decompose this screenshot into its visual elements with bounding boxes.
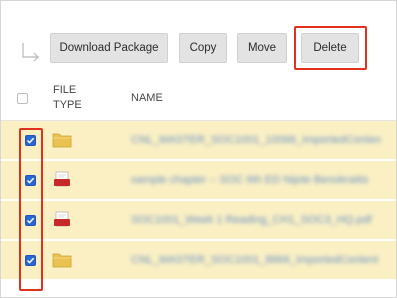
- pdf-icon: [54, 211, 70, 227]
- file-name-link[interactable]: CNL_MASTER_SOC1001_8866_ImportedContent: [131, 254, 381, 266]
- file-name-link[interactable]: CNL_MASTER_SOC1001_10066_ImportedContent: [131, 134, 381, 146]
- file-name-link[interactable]: sample chapter -- SOC 6th ED Nijole Beno…: [131, 174, 381, 186]
- table-row[interactable]: CNL_MASTER_SOC1001_10066_ImportedContent: [1, 121, 396, 161]
- delete-highlight-box: [294, 26, 367, 70]
- table-header: FILE TYPE NAME: [1, 77, 396, 121]
- pdf-icon: [54, 171, 70, 187]
- file-list: CNL_MASTER_SOC1001_10066_ImportedContent…: [1, 121, 396, 281]
- table-row[interactable]: CNL_MASTER_SOC1001_8866_ImportedContent: [1, 241, 396, 281]
- column-header-file-type[interactable]: FILE TYPE: [53, 83, 103, 113]
- column-header-name[interactable]: NAME: [131, 92, 163, 104]
- file-manager-panel: Download Package Copy Move Delete FILE T…: [0, 0, 397, 298]
- checkbox-highlight-box: [19, 128, 43, 291]
- copy-button[interactable]: Copy: [179, 33, 227, 63]
- folder-icon: [52, 133, 72, 148]
- table-row[interactable]: sample chapter -- SOC 6th ED Nijole Beno…: [1, 161, 396, 201]
- download-package-button[interactable]: Download Package: [50, 33, 168, 63]
- move-button[interactable]: Move: [237, 33, 287, 63]
- select-all-checkbox[interactable]: [17, 93, 28, 104]
- folder-icon: [52, 253, 72, 268]
- table-row[interactable]: SOC1001_Week 1 Reading_CH1_SOC3_HQ.pdf: [1, 201, 396, 241]
- action-toolbar: Download Package Copy Move Delete: [1, 1, 396, 75]
- return-arrow-icon: [22, 43, 39, 62]
- file-name-link[interactable]: SOC1001_Week 1 Reading_CH1_SOC3_HQ.pdf: [131, 214, 381, 226]
